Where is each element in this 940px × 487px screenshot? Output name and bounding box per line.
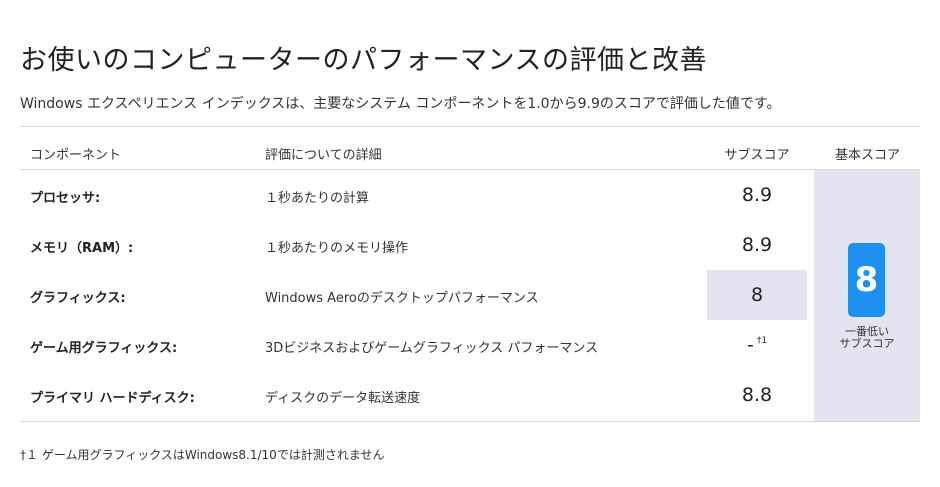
component-details: １秒あたりのメモリ操作: [265, 241, 409, 256]
header-subscore: サブスコア: [724, 148, 790, 163]
page-title: お使いのコンピューターのパフォーマンスの評価と改善: [20, 45, 707, 76]
footnote: †１ ゲーム用グラフィックスはWindows8.1/10では計測されません: [20, 448, 385, 462]
subscore-value: 8.9: [741, 184, 773, 206]
score-table: コンポーネント 評価についての詳細 サブスコア 基本スコア プロセッサ: １秒あ…: [20, 126, 920, 422]
table-header: コンポーネント 評価についての詳細 サブスコア 基本スコア: [20, 127, 920, 170]
component-name: ゲーム用グラフィックス:: [30, 341, 178, 356]
table-row-gaming-graphics: ゲーム用グラフィックス: 3Dビジネスおよびゲームグラフィックス パフォーマンス…: [20, 320, 814, 370]
table-row-processor: プロセッサ: １秒あたりの計算 8.9: [20, 170, 814, 220]
component-name: プライマリ ハードディスク:: [30, 391, 195, 406]
component-details: ディスクのデータ転送速度: [265, 391, 421, 406]
subscore-value-lowest: 8: [707, 270, 807, 320]
header-component: コンポーネント: [30, 148, 122, 163]
base-score-label: 一番低い サブスコア: [839, 325, 895, 350]
component-name: プロセッサ:: [30, 191, 101, 206]
component-name: グラフィックス:: [30, 291, 126, 306]
base-score-panel: 8 一番低い サブスコア: [814, 170, 920, 421]
base-score-badge: 8: [848, 243, 885, 317]
header-details: 評価についての詳細: [265, 148, 382, 163]
component-details: １秒あたりの計算: [265, 191, 370, 206]
footnote-marker: †1: [756, 336, 768, 346]
page-description: Windows エクスペリエンス インデックスは、主要なシステム コンポーネント…: [20, 96, 781, 112]
header-basescore: 基本スコア: [834, 148, 900, 163]
component-name: メモリ（RAM）:: [30, 241, 134, 256]
table-row-graphics: グラフィックス: Windows Aeroのデスクトップパフォーマンス 8: [20, 270, 814, 320]
subscore-value: - †1: [746, 334, 768, 356]
table-row-memory: メモリ（RAM）: １秒あたりのメモリ操作 8.9: [20, 220, 814, 270]
subscore-value: 8.8: [741, 384, 773, 406]
table-row-hard-disk: プライマリ ハードディスク: ディスクのデータ転送速度 8.8: [20, 370, 814, 420]
component-details: 3Dビジネスおよびゲームグラフィックス パフォーマンス: [265, 341, 599, 356]
subscore-value: 8.9: [741, 234, 773, 256]
component-details: Windows Aeroのデスクトップパフォーマンス: [265, 291, 539, 306]
